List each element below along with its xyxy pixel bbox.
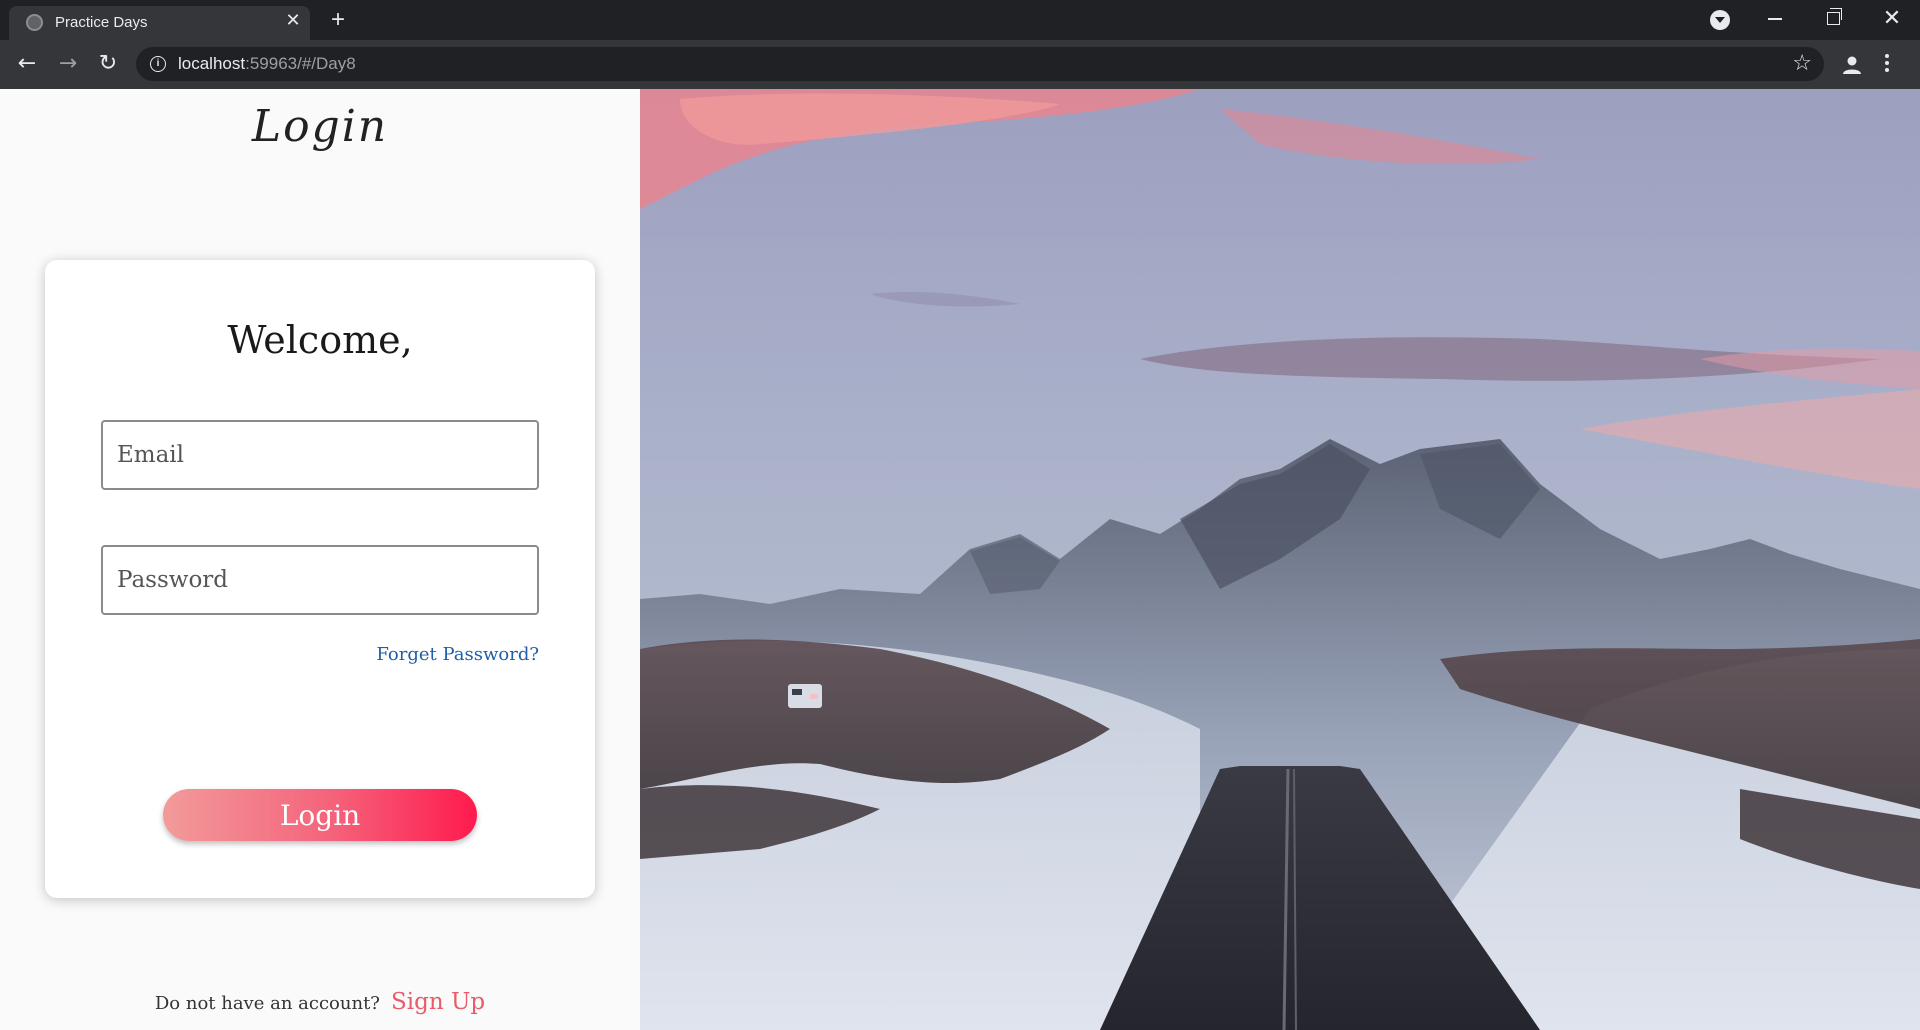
maximize-icon[interactable] (1827, 8, 1842, 25)
browser-tab-strip: Practice Days ✕ + ✕ (0, 0, 1920, 40)
login-button[interactable]: Login (163, 789, 477, 841)
signup-row: Do not have an account? Sign Up (0, 989, 640, 1015)
page-favicon-icon (26, 14, 43, 31)
bookmark-star-icon[interactable]: ☆ (1792, 51, 1812, 77)
url-host: localhost (178, 54, 246, 73)
forward-icon[interactable]: → (54, 50, 82, 78)
password-field[interactable] (101, 545, 539, 615)
welcome-heading: Welcome, (227, 318, 413, 362)
profile-icon[interactable] (1840, 53, 1864, 77)
site-info-icon[interactable]: i (150, 56, 166, 72)
tab-title: Practice Days (55, 14, 148, 31)
tab-search-icon[interactable] (1710, 10, 1730, 30)
back-icon[interactable]: ← (13, 50, 41, 78)
login-panel: Login Welcome, Forget Password? Login Do… (0, 89, 640, 1030)
minimize-icon[interactable] (1768, 18, 1782, 20)
browser-toolbar: ← → ↻ i localhost:59963/#/Day8 ☆ (0, 40, 1920, 89)
url-path: :59963/#/Day8 (245, 54, 356, 73)
reload-icon[interactable]: ↻ (94, 50, 122, 78)
window-close-icon[interactable]: ✕ (1880, 6, 1904, 30)
kebab-menu-icon[interactable] (1884, 52, 1890, 78)
login-card: Welcome, Forget Password? Login (45, 260, 595, 898)
signup-link[interactable]: Sign Up (391, 989, 485, 1015)
page-logo: Login (251, 101, 389, 152)
new-tab-icon[interactable]: + (324, 6, 352, 34)
email-field[interactable] (101, 420, 539, 490)
mountain-road-image (640, 89, 1920, 1030)
signup-prompt: Do not have an account? (154, 993, 380, 1014)
forgot-password-link[interactable]: Forget Password? (376, 644, 539, 665)
address-bar[interactable]: i localhost:59963/#/Day8 ☆ (136, 47, 1824, 81)
browser-tab[interactable]: Practice Days ✕ (9, 6, 310, 40)
url-text[interactable]: localhost:59963/#/Day8 (178, 54, 356, 74)
tab-close-icon[interactable]: ✕ (282, 10, 304, 32)
